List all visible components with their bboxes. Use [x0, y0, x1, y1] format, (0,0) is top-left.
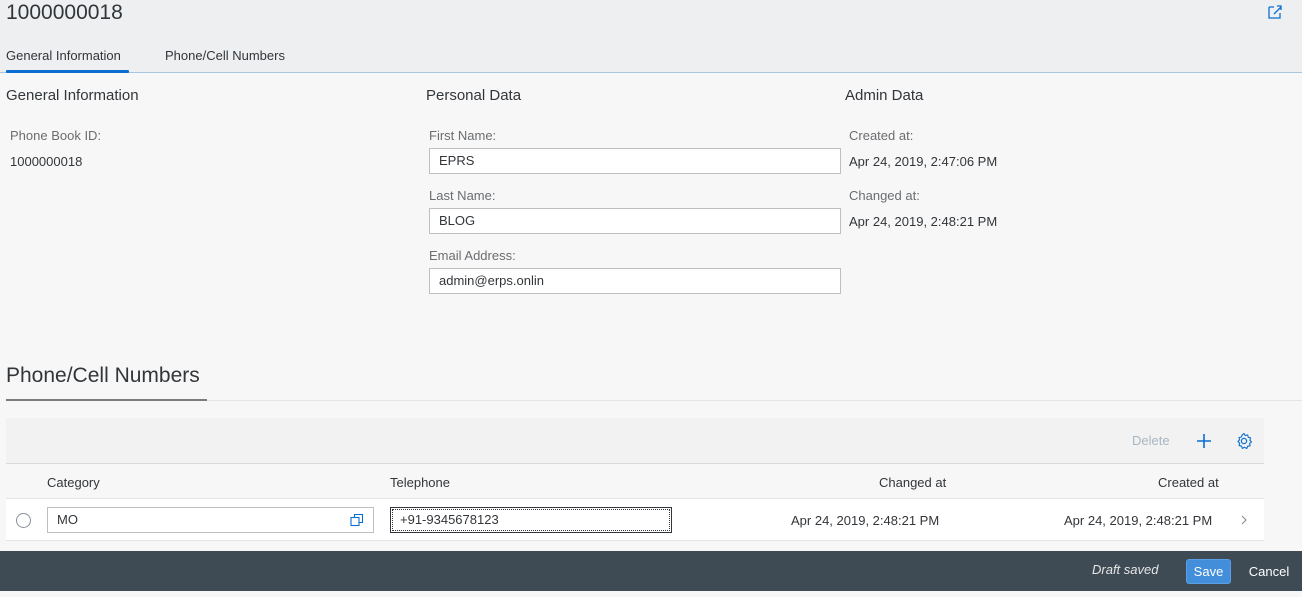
column-header-created-at[interactable]: Created at [1158, 475, 1219, 491]
created-at-label: Created at: [849, 128, 914, 143]
changed-at-value: Apr 24, 2019, 2:48:21 PM [849, 214, 998, 229]
cancel-button[interactable]: Cancel [1240, 559, 1298, 584]
tab-phone-cell-numbers[interactable]: Phone/Cell Numbers [165, 48, 285, 64]
draft-status: Draft saved [1092, 562, 1159, 577]
telephone-input[interactable]: +91-9345678123 [390, 507, 672, 533]
category-input[interactable]: MO [47, 507, 374, 533]
active-tab-indicator [6, 70, 129, 73]
phone-book-id-label: Phone Book ID: [10, 128, 102, 143]
phone-book-id-value: 1000000018 [10, 154, 83, 169]
table-header-row [6, 465, 1264, 499]
row-created-at: Apr 24, 2019, 2:48:21 PM [1064, 513, 1213, 528]
page-title: 1000000018 [6, 1, 123, 24]
general-information-title: General Information [6, 87, 139, 104]
email-field[interactable]: admin@erps.onlin [429, 268, 841, 294]
row-select-radio[interactable] [16, 513, 31, 528]
chevron-right-icon[interactable] [1239, 513, 1249, 527]
last-name-field[interactable]: BLOG [429, 208, 841, 234]
last-name-label: Last Name: [429, 188, 496, 203]
column-header-telephone[interactable]: Telephone [390, 475, 450, 491]
object-page-header: 1000000018 General Information Phone/Cel… [0, 0, 1302, 73]
personal-data-title: Personal Data [426, 87, 522, 104]
save-button[interactable]: Save [1186, 559, 1231, 584]
column-header-changed-at[interactable]: Changed at [879, 475, 946, 491]
first-name-label: First Name: [429, 128, 497, 143]
section-divider [207, 400, 1302, 401]
plus-icon[interactable] [1195, 432, 1213, 450]
gear-icon[interactable] [1235, 432, 1253, 450]
delete-button[interactable]: Delete [1132, 433, 1170, 449]
share-icon[interactable] [1266, 3, 1284, 21]
phone-section-title: Phone/Cell Numbers [6, 364, 200, 387]
row-changed-at: Apr 24, 2019, 2:48:21 PM [791, 513, 940, 528]
email-label: Email Address: [429, 248, 516, 263]
created-at-value: Apr 24, 2019, 2:47:06 PM [849, 154, 998, 169]
changed-at-label: Changed at: [849, 188, 920, 203]
column-header-category[interactable]: Category [47, 475, 100, 491]
section-title-underline [6, 399, 207, 401]
tab-general-information[interactable]: General Information [6, 48, 121, 64]
value-help-icon[interactable] [350, 513, 364, 527]
first-name-field[interactable]: EPRS [429, 148, 841, 174]
table-toolbar [6, 418, 1264, 464]
admin-data-title: Admin Data [845, 87, 924, 104]
